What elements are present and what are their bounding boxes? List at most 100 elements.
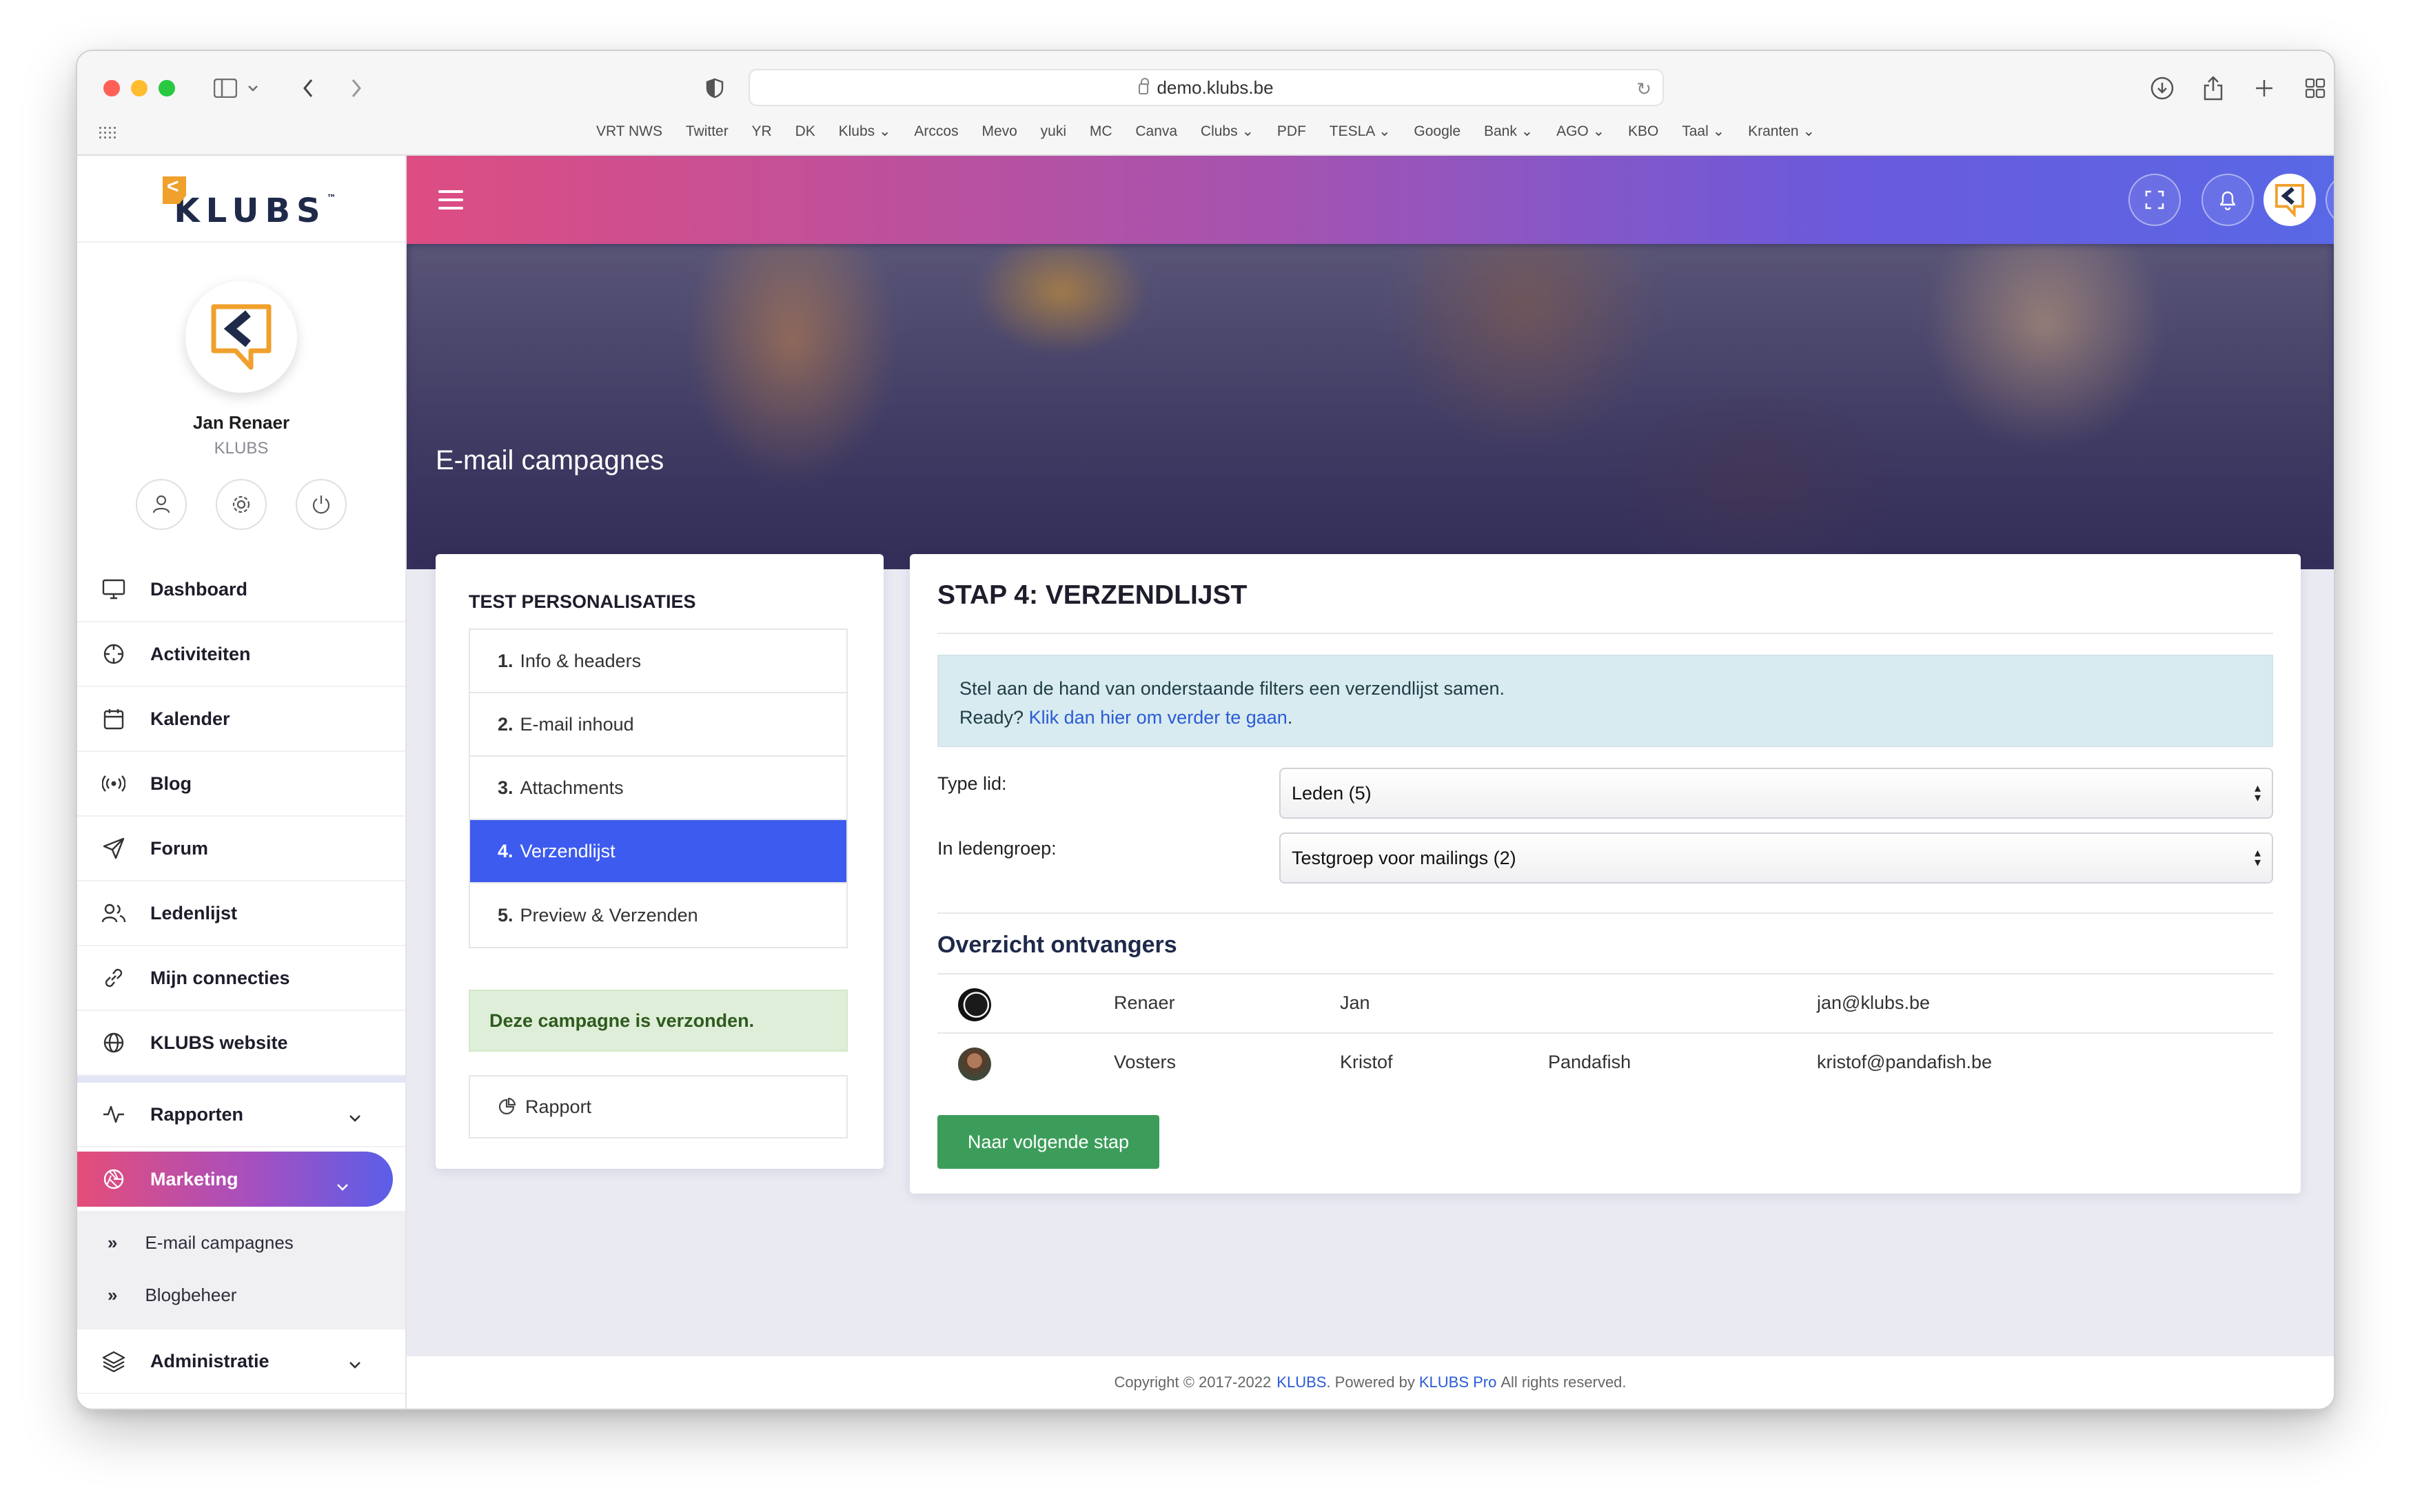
new-tab-icon[interactable] (2247, 72, 2281, 105)
notifications-button[interactable] (2201, 174, 2254, 226)
sidebar-item-activiteiten[interactable]: Activiteiten (77, 622, 405, 687)
sidebar-item-marketing[interactable]: Marketing (77, 1152, 393, 1207)
avatar[interactable] (185, 281, 297, 393)
info-alert: Stel aan de hand van onderstaande filter… (937, 655, 2273, 747)
page-title: E-mail campagnes (436, 445, 664, 476)
bookmark-item[interactable]: Clubs ⌄ (1201, 123, 1254, 139)
profile-button[interactable] (136, 479, 187, 530)
sidebar-toggle-icon[interactable] (208, 72, 243, 105)
step-item-active[interactable]: 4. Verzendlijst (470, 820, 846, 883)
sidebar-item-website[interactable]: KLUBS website (77, 1011, 405, 1076)
type-lid-row: Type lid: Leden (5) ▴ ▾ (937, 768, 2273, 819)
sent-alert: Deze campagne is verzonden. (469, 990, 848, 1052)
copyright-text: Copyright © 2017-2022 (1114, 1373, 1272, 1391)
settings-button[interactable] (216, 479, 267, 530)
brand-logo[interactable]: KLUBS™ (77, 156, 405, 243)
ledengroep-row: In ledengroep: Testgroep voor mailings (… (937, 832, 2273, 883)
close-window-button[interactable] (103, 80, 120, 96)
bookmark-item[interactable]: Mevo (981, 123, 1017, 139)
double-chevron-right-icon: » (108, 1232, 118, 1253)
step-item[interactable]: 2. E-mail inhoud (470, 693, 846, 757)
user-icon (152, 495, 170, 513)
bookmark-item[interactable]: PDF (1277, 123, 1306, 139)
sidebar-item-label: Ledenlijst (150, 902, 238, 923)
menu-toggle-button[interactable] (438, 190, 463, 210)
bookmark-item[interactable]: Bank ⌄ (1484, 123, 1533, 139)
sidebar-item-connecties[interactable]: Mijn connecties (77, 946, 405, 1011)
step-title: STAP 4: VERZENDLIJST (937, 580, 1248, 610)
ledengroep-select[interactable]: Testgroep voor mailings (2) ▴ ▾ (1279, 832, 2273, 883)
user-avatar-button[interactable] (2264, 174, 2316, 226)
chevron-down-icon (349, 1353, 361, 1374)
aperture-icon (101, 1166, 127, 1192)
bookmark-item[interactable]: Arccos (914, 123, 958, 139)
back-icon[interactable] (291, 72, 325, 105)
step-item[interactable]: 1. Info & headers (470, 630, 846, 693)
continue-link[interactable]: Klik dan hier om verder te gaan (1029, 707, 1288, 728)
step-item[interactable]: 5. Preview & Verzenden (470, 883, 846, 947)
address-bar[interactable]: demo.klubs.be ↻ (749, 69, 1664, 106)
klubs-logo-icon (163, 176, 186, 204)
marketing-submenu: » E-mail campagnes » Blogbeheer (77, 1211, 405, 1329)
bookmark-item[interactable]: MC (1090, 123, 1112, 139)
sidebar-item-kalender[interactable]: Kalender (77, 687, 405, 752)
sidebar-item-administratie[interactable]: Administratie (77, 1329, 405, 1394)
sidebar-item-label: Administratie (150, 1350, 269, 1371)
bookmark-item[interactable]: VRT NWS (596, 123, 662, 139)
bookmark-item[interactable]: yuki (1041, 123, 1066, 139)
step-item[interactable]: 3. Attachments (470, 757, 846, 820)
forward-icon[interactable] (339, 72, 374, 105)
minimize-window-button[interactable] (131, 80, 147, 96)
bookmark-item[interactable]: YR (752, 123, 772, 139)
brand-name: KLUBS™ (174, 192, 336, 230)
link-icon (101, 965, 127, 991)
shield-icon[interactable] (698, 72, 732, 105)
klubs-link[interactable]: KLUBS (1276, 1373, 1326, 1391)
more-menu-button[interactable] (2326, 174, 2334, 226)
reload-icon[interactable]: ↻ (1636, 79, 1651, 100)
globe-icon (101, 1030, 127, 1056)
bookmark-item[interactable]: Kranten ⌄ (1748, 123, 1815, 139)
report-button[interactable]: Rapport (469, 1075, 848, 1138)
next-step-button[interactable]: Naar volgende stap (937, 1115, 1159, 1169)
tab-overview-icon[interactable] (2298, 72, 2332, 105)
maximize-window-button[interactable] (159, 80, 175, 96)
chevron-down-icon[interactable] (243, 72, 263, 105)
gear-icon (232, 496, 250, 513)
bookmark-item[interactable]: Taal ⌄ (1682, 123, 1725, 139)
subnav-item-email-campagnes[interactable]: » E-mail campagnes (77, 1216, 405, 1269)
sidebar-item-label: Kalender (150, 708, 230, 729)
fullscreen-icon (2145, 190, 2164, 210)
subnav-item-label: Blogbeheer (145, 1284, 237, 1305)
logout-button[interactable] (296, 479, 347, 530)
fullscreen-button[interactable] (2128, 174, 2181, 226)
bookmark-item[interactable]: Klubs ⌄ (839, 123, 891, 139)
bookmark-item[interactable]: Google (1414, 123, 1461, 139)
ledengroep-value: Testgroep voor mailings (2) (1292, 847, 1516, 868)
download-icon[interactable] (2145, 72, 2179, 105)
sidebar-item-rapporten[interactable]: Rapporten (77, 1083, 405, 1147)
bookmark-item[interactable]: Twitter (686, 123, 729, 139)
sidebar-item-label: Dashboard (150, 578, 248, 600)
company-cell: Pandafish (1548, 1052, 1631, 1072)
sidebar-item-forum[interactable]: Forum (77, 817, 405, 881)
lock-icon (1139, 78, 1150, 94)
klubs-pro-link[interactable]: KLUBS Pro (1419, 1373, 1497, 1391)
sidebar-item-ledenlijst[interactable]: Ledenlijst (77, 881, 405, 946)
sidebar-item-blog[interactable]: Blog (77, 752, 405, 817)
bookmark-item[interactable]: KBO (1628, 123, 1658, 139)
bookmark-item[interactable]: DK (795, 123, 815, 139)
type-lid-select[interactable]: Leden (5) ▴ ▾ (1279, 768, 2273, 819)
bookmark-item[interactable]: Canva (1135, 123, 1177, 139)
share-icon[interactable] (2196, 72, 2230, 105)
user-org: KLUBS (214, 439, 269, 458)
recipients-title: Overzicht ontvangers (937, 932, 1177, 958)
bookmark-item[interactable]: TESLA ⌄ (1330, 123, 1391, 139)
last-name-cell: Renaer (1114, 992, 1175, 1013)
sidebar: KLUBS™ Jan Renaer KLUBS (77, 156, 407, 1409)
main-card: STAP 4: VERZENDLIJST Stel aan de hand va… (910, 554, 2301, 1194)
subnav-item-blogbeheer[interactable]: » Blogbeheer (77, 1269, 405, 1321)
browser-window: demo.klubs.be ↻ VRT NWS Twitter YR DK Kl… (77, 51, 2334, 1409)
bookmark-item[interactable]: AGO ⌄ (1556, 123, 1605, 139)
sidebar-item-dashboard[interactable]: Dashboard (77, 558, 405, 622)
